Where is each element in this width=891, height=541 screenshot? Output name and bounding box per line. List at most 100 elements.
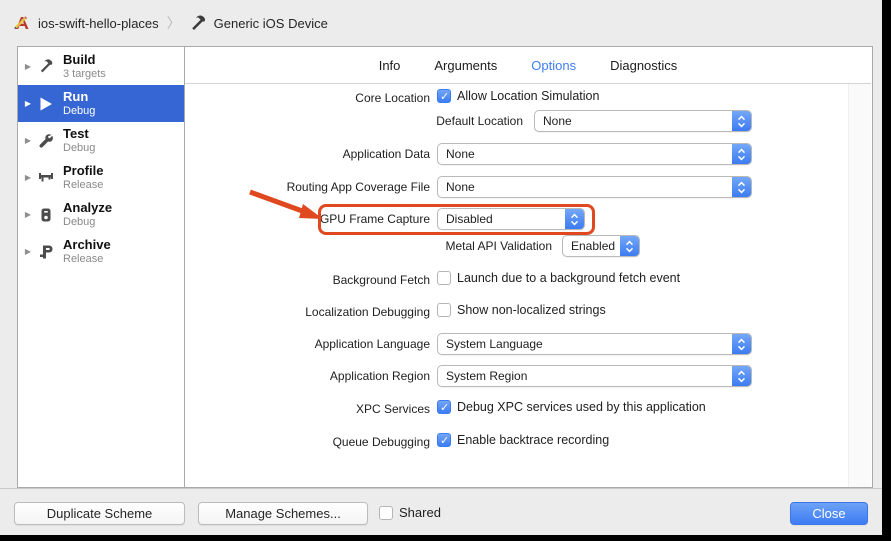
application-data-popup[interactable]: None xyxy=(437,143,752,165)
debug-xpc-services-checkbox[interactable] xyxy=(437,400,451,414)
sidebar-item-subtitle: Release xyxy=(63,179,103,192)
sidebar-item-subtitle: Debug xyxy=(63,105,95,118)
shared-label: Shared xyxy=(399,505,441,520)
popup-value: Enabled xyxy=(563,239,620,253)
checkbox-row-queue-debugging: Enable backtrace recording xyxy=(437,433,609,447)
application-region-popup[interactable]: System Region xyxy=(437,365,752,387)
wrench-icon xyxy=(35,130,57,152)
sidebar-item-title: Run xyxy=(63,90,95,105)
checkbox-row-xpc-services: Debug XPC services used by this applicat… xyxy=(437,400,706,414)
breadcrumb-separator: 〉 xyxy=(167,13,181,33)
sidebar-item-subtitle: Debug xyxy=(63,216,112,229)
popup-value: Disabled xyxy=(438,212,565,226)
disclosure-triangle-icon[interactable]: ▶ xyxy=(21,99,35,108)
popup-stepper-icon xyxy=(732,177,751,197)
hammer-icon xyxy=(35,56,57,78)
popup-stepper-icon xyxy=(732,334,751,354)
app-logo-icon xyxy=(12,13,32,33)
sidebar-item-title: Archive xyxy=(63,238,111,253)
sidebar-item-run[interactable]: ▶ Run Debug xyxy=(18,85,184,122)
sidebar-item-subtitle: 3 targets xyxy=(63,68,106,81)
field-label-queue-debugging: Queue Debugging xyxy=(200,434,430,450)
window-chrome: ios-swift-hello-places 〉 Generic iOS Dev… xyxy=(0,0,882,535)
sidebar-item-analyze[interactable]: ▶ Analyze Debug xyxy=(18,196,184,233)
sidebar-item-test[interactable]: ▶ Test Debug xyxy=(18,122,184,159)
popup-value: None xyxy=(438,147,732,161)
play-icon xyxy=(35,93,57,115)
checkbox-label: Debug XPC services used by this applicat… xyxy=(457,400,706,414)
sidebar-item-archive[interactable]: ▶ Archive Release xyxy=(18,233,184,270)
default-location-popup[interactable]: None xyxy=(534,110,752,132)
metal-api-validation-popup[interactable]: Enabled xyxy=(562,235,640,257)
tab-bar: Info Arguments Options Diagnostics xyxy=(185,47,871,84)
destination-name: Generic iOS Device xyxy=(214,16,328,31)
analyze-icon xyxy=(35,204,57,226)
routing-app-coverage-popup[interactable]: None xyxy=(437,176,752,198)
popup-stepper-icon xyxy=(732,144,751,164)
popup-value: None xyxy=(535,114,732,128)
popup-value: System Language xyxy=(438,337,732,351)
checkbox-row-localization-debugging: Show non-localized strings xyxy=(437,303,606,317)
allow-location-simulation-checkbox[interactable] xyxy=(437,89,451,103)
sidebar-item-subtitle: Release xyxy=(63,253,111,266)
show-non-localized-strings-checkbox[interactable] xyxy=(437,303,451,317)
close-button[interactable]: Close xyxy=(790,502,868,525)
popup-value: None xyxy=(438,180,732,194)
tab-arguments[interactable]: Arguments xyxy=(434,58,497,73)
dialog-footer: Duplicate Scheme Manage Schemes... Share… xyxy=(0,488,882,535)
disclosure-triangle-icon[interactable]: ▶ xyxy=(21,173,35,182)
sidebar-item-subtitle: Debug xyxy=(63,142,95,155)
disclosure-triangle-icon[interactable]: ▶ xyxy=(21,210,35,219)
manage-schemes-button[interactable]: Manage Schemes... xyxy=(198,502,368,525)
field-label-localization-debugging: Localization Debugging xyxy=(200,304,430,320)
archive-icon xyxy=(35,241,57,263)
popup-value: System Region xyxy=(438,369,732,383)
gpu-frame-capture-popup[interactable]: Disabled xyxy=(437,208,585,230)
sidebar-item-title: Test xyxy=(63,127,95,142)
field-label-metal-api-validation: Metal API Validation xyxy=(322,238,552,254)
sidebar-item-title: Analyze xyxy=(63,201,112,216)
shared-checkbox-row: Shared xyxy=(379,505,441,520)
options-pane: Info Arguments Options Diagnostics Core … xyxy=(185,46,873,488)
sidebar-item-profile[interactable]: ▶ Profile Release xyxy=(18,159,184,196)
tab-info[interactable]: Info xyxy=(379,58,401,73)
background-fetch-checkbox[interactable] xyxy=(437,271,451,285)
application-language-popup[interactable]: System Language xyxy=(437,333,752,355)
popup-stepper-icon xyxy=(620,236,639,256)
hammer-icon xyxy=(189,14,208,33)
field-label-core-location: Core Location xyxy=(200,90,430,106)
disclosure-triangle-icon[interactable]: ▶ xyxy=(21,62,35,71)
scheme-actions-sidebar: ▶ Build 3 targets ▶ Run Debug xyxy=(17,46,185,488)
field-label-routing-app-coverage: Routing App Coverage File xyxy=(200,179,430,195)
scheme-breadcrumb: ios-swift-hello-places 〉 Generic iOS Dev… xyxy=(0,0,882,46)
gauge-icon xyxy=(35,167,57,189)
disclosure-triangle-icon[interactable]: ▶ xyxy=(21,247,35,256)
tab-options[interactable]: Options xyxy=(531,58,576,73)
field-label-xpc-services: XPC Services xyxy=(200,401,430,417)
popup-stepper-icon xyxy=(732,111,751,131)
checkbox-label: Allow Location Simulation xyxy=(457,89,599,103)
checkbox-row-core-location: Allow Location Simulation xyxy=(437,89,599,103)
field-label-application-region: Application Region xyxy=(200,368,430,384)
checkbox-row-background-fetch: Launch due to a background fetch event xyxy=(437,271,680,285)
scheme-editor-window: ios-swift-hello-places 〉 Generic iOS Dev… xyxy=(0,0,891,541)
shared-checkbox[interactable] xyxy=(379,506,393,520)
tab-diagnostics[interactable]: Diagnostics xyxy=(610,58,677,73)
sidebar-item-build[interactable]: ▶ Build 3 targets xyxy=(18,48,184,85)
enable-backtrace-recording-checkbox[interactable] xyxy=(437,433,451,447)
duplicate-scheme-button[interactable]: Duplicate Scheme xyxy=(14,502,185,525)
checkbox-label: Launch due to a background fetch event xyxy=(457,271,680,285)
field-label-application-data: Application Data xyxy=(200,146,430,162)
popup-stepper-icon xyxy=(732,366,751,386)
field-label-application-language: Application Language xyxy=(200,336,430,352)
checkbox-label: Enable backtrace recording xyxy=(457,433,609,447)
sidebar-item-title: Profile xyxy=(63,164,103,179)
scrollbar-track[interactable] xyxy=(848,84,871,487)
field-label-gpu-frame-capture: GPU Frame Capture xyxy=(200,211,430,227)
sidebar-item-title: Build xyxy=(63,53,106,68)
disclosure-triangle-icon[interactable]: ▶ xyxy=(21,136,35,145)
checkbox-label: Show non-localized strings xyxy=(457,303,606,317)
scheme-name: ios-swift-hello-places xyxy=(38,16,159,31)
popup-stepper-icon xyxy=(565,209,584,229)
field-label-default-location: Default Location xyxy=(293,113,523,129)
